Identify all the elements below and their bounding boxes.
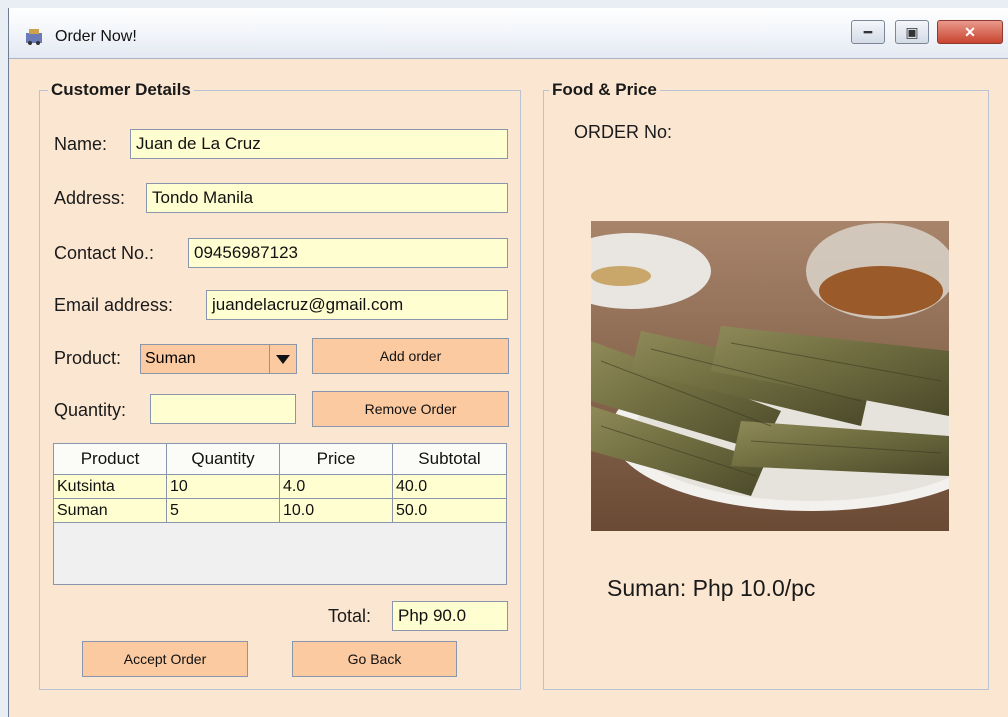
product-dropdown[interactable]: Suman bbox=[140, 344, 297, 374]
title-bar[interactable]: Order Now! ━ ▣ ✕ bbox=[9, 8, 1008, 59]
cell-price: 10.0 bbox=[280, 499, 393, 522]
table-header: Product Quantity Price Subtotal bbox=[54, 444, 506, 475]
dropdown-arrow-button[interactable] bbox=[269, 345, 296, 373]
order-window: Order Now! ━ ▣ ✕ Customer Details Name: … bbox=[8, 8, 1008, 717]
order-table[interactable]: Product Quantity Price Subtotal Kutsinta… bbox=[53, 443, 507, 585]
name-field[interactable]: Juan de La Cruz bbox=[130, 129, 508, 159]
cell-quantity: 10 bbox=[167, 475, 280, 498]
contact-field[interactable]: 09456987123 bbox=[188, 238, 508, 268]
price-caption: Suman: Php 10.0/pc bbox=[607, 575, 816, 601]
column-header-subtotal[interactable]: Subtotal bbox=[393, 444, 506, 474]
go-back-button[interactable]: Go Back bbox=[292, 641, 457, 677]
total-field: Php 90.0 bbox=[392, 601, 508, 631]
contact-label: Contact No.: bbox=[54, 243, 155, 263]
close-button[interactable]: ✕ bbox=[937, 20, 1003, 44]
cell-product: Kutsinta bbox=[54, 475, 167, 498]
address-label: Address: bbox=[54, 188, 126, 208]
chevron-down-icon bbox=[276, 355, 290, 364]
window-title: Order Now! bbox=[55, 28, 137, 45]
quantity-field[interactable] bbox=[150, 394, 296, 424]
email-label: Email address: bbox=[54, 295, 174, 315]
email-field[interactable]: juandelacruz@gmail.com bbox=[206, 290, 508, 320]
cell-subtotal: 50.0 bbox=[396, 502, 428, 519]
food-price-legend: Food & Price bbox=[549, 80, 660, 100]
total-label: Total: bbox=[328, 606, 372, 626]
quantity-label: Quantity: bbox=[54, 400, 127, 420]
column-header-price[interactable]: Price bbox=[280, 444, 393, 474]
table-row[interactable]: Suman 5 10.0 50.0 bbox=[54, 499, 506, 523]
close-icon: ✕ bbox=[964, 24, 976, 40]
remove-order-button[interactable]: Remove Order bbox=[312, 391, 509, 427]
column-header-quantity[interactable]: Quantity bbox=[167, 444, 280, 474]
add-order-button[interactable]: Add order bbox=[312, 338, 509, 374]
cell-price: 4.0 bbox=[280, 475, 393, 498]
customer-details-group: Customer Details bbox=[39, 80, 521, 690]
app-icon bbox=[23, 26, 45, 46]
cell-product: Suman bbox=[54, 499, 167, 522]
cell-quantity: 5 bbox=[167, 499, 280, 522]
maximize-icon: ▣ bbox=[905, 24, 919, 40]
minimize-button[interactable]: ━ bbox=[851, 20, 885, 44]
product-label: Product: bbox=[54, 348, 122, 368]
table-row[interactable]: Kutsinta 10 4.0 40.0 bbox=[54, 475, 506, 499]
name-label: Name: bbox=[54, 134, 108, 154]
column-header-product[interactable]: Product bbox=[54, 444, 167, 474]
order-number-label: ORDER No: bbox=[574, 122, 673, 142]
maximize-button[interactable]: ▣ bbox=[895, 20, 929, 44]
customer-details-legend: Customer Details bbox=[48, 80, 194, 100]
product-dropdown-value: Suman bbox=[145, 350, 196, 367]
address-field[interactable]: Tondo Manila bbox=[146, 183, 508, 213]
cell-subtotal: 40.0 bbox=[396, 478, 428, 495]
minimize-icon: ━ bbox=[863, 24, 873, 40]
food-photo bbox=[591, 221, 949, 531]
accept-order-button[interactable]: Accept Order bbox=[82, 641, 248, 677]
